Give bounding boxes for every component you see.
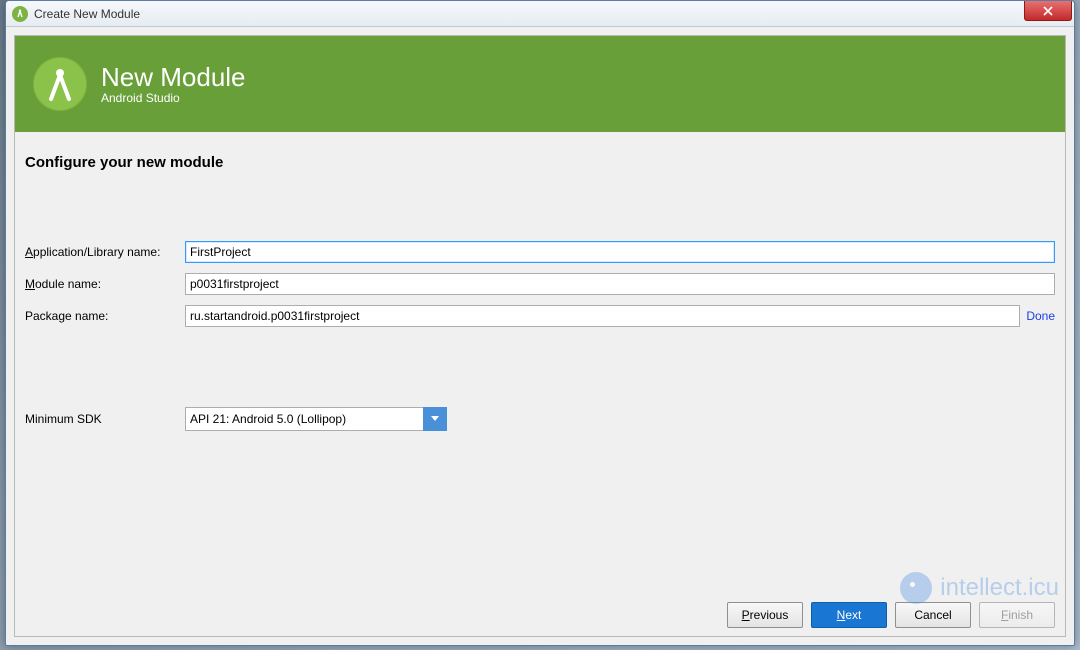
- dialog-window: Create New Module New Module Android Stu…: [5, 0, 1075, 646]
- app-name-label: Application/Library name:: [25, 245, 185, 259]
- module-name-input[interactable]: [185, 273, 1055, 295]
- close-button[interactable]: [1024, 1, 1072, 21]
- wizard-panel: New Module Android Studio Configure your…: [14, 35, 1066, 637]
- package-name-row: Package name: Done: [25, 305, 1055, 327]
- wizard-footer: Previous Next Cancel Finish: [727, 602, 1055, 628]
- wizard-title: New Module: [101, 63, 246, 92]
- previous-button[interactable]: Previous: [727, 602, 803, 628]
- wizard-subtitle: Android Studio: [101, 91, 246, 105]
- module-name-row: Module name:: [25, 273, 1055, 295]
- package-name-label: Package name:: [25, 309, 185, 323]
- window-title: Create New Module: [34, 7, 140, 21]
- watermark-icon: [900, 572, 932, 604]
- min-sdk-row: Minimum SDK API 21: Android 5.0 (Lollipo…: [25, 407, 1055, 431]
- package-name-input[interactable]: [185, 305, 1020, 327]
- wizard-content: Configure your new module Application/Li…: [15, 132, 1065, 636]
- app-name-input[interactable]: [185, 241, 1055, 263]
- android-studio-icon: [12, 6, 28, 22]
- min-sdk-value: API 21: Android 5.0 (Lollipop): [185, 407, 423, 431]
- cancel-button[interactable]: Cancel: [895, 602, 971, 628]
- module-name-label: Module name:: [25, 277, 185, 291]
- android-studio-logo-icon: [33, 57, 87, 111]
- app-name-row: Application/Library name:: [25, 241, 1055, 263]
- titlebar[interactable]: Create New Module: [6, 1, 1074, 27]
- section-title: Configure your new module: [25, 154, 1055, 171]
- wizard-header: New Module Android Studio: [15, 36, 1065, 132]
- finish-button: Finish: [979, 602, 1055, 628]
- package-done-link[interactable]: Done: [1026, 309, 1055, 323]
- watermark: intellect.icu: [900, 572, 1059, 604]
- min-sdk-label: Minimum SDK: [25, 412, 185, 426]
- chevron-down-icon: [423, 407, 447, 431]
- next-button[interactable]: Next: [811, 602, 887, 628]
- watermark-text: intellect.icu: [940, 574, 1059, 602]
- min-sdk-dropdown[interactable]: API 21: Android 5.0 (Lollipop): [185, 407, 447, 431]
